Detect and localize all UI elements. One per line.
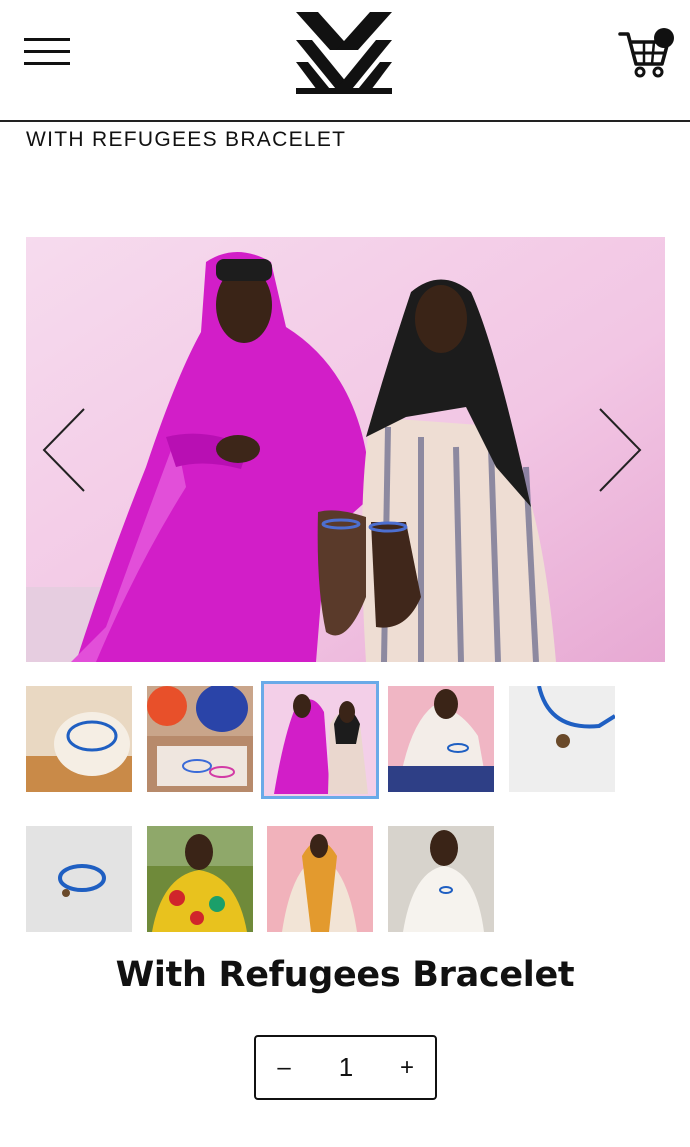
thumbnail-2[interactable] bbox=[147, 686, 253, 792]
thumbnail-7[interactable] bbox=[147, 826, 253, 932]
thumbnail-4[interactable] bbox=[388, 686, 494, 792]
quantity-stepper: – + bbox=[254, 1035, 437, 1100]
thumbnail-9[interactable] bbox=[388, 826, 494, 932]
thumbnail-1[interactable] bbox=[26, 686, 132, 792]
quantity-increase-button[interactable]: + bbox=[379, 1037, 435, 1098]
hamburger-menu-icon[interactable] bbox=[24, 34, 72, 70]
thumbnail-3[interactable] bbox=[261, 681, 379, 799]
site-header bbox=[0, 0, 690, 122]
gallery-prev-arrow[interactable] bbox=[40, 405, 88, 495]
quantity-decrease-button[interactable]: – bbox=[256, 1037, 312, 1098]
thumbnail-5[interactable] bbox=[509, 686, 615, 792]
shopping-cart-icon[interactable] bbox=[616, 24, 678, 80]
cart-badge bbox=[654, 28, 674, 48]
chevron-left-icon bbox=[42, 408, 85, 492]
brand-logo-icon[interactable] bbox=[294, 10, 394, 94]
breadcrumb: WITH REFUGEES BRACELET bbox=[26, 128, 347, 151]
thumbnail-8[interactable] bbox=[267, 826, 373, 932]
product-title: With Refugees Bracelet bbox=[115, 955, 575, 995]
hero-product-image bbox=[26, 237, 665, 662]
thumbnail-6[interactable] bbox=[26, 826, 132, 932]
gallery-next-arrow[interactable] bbox=[596, 405, 644, 495]
chevron-right-icon bbox=[599, 408, 642, 492]
quantity-input[interactable] bbox=[316, 1045, 376, 1090]
